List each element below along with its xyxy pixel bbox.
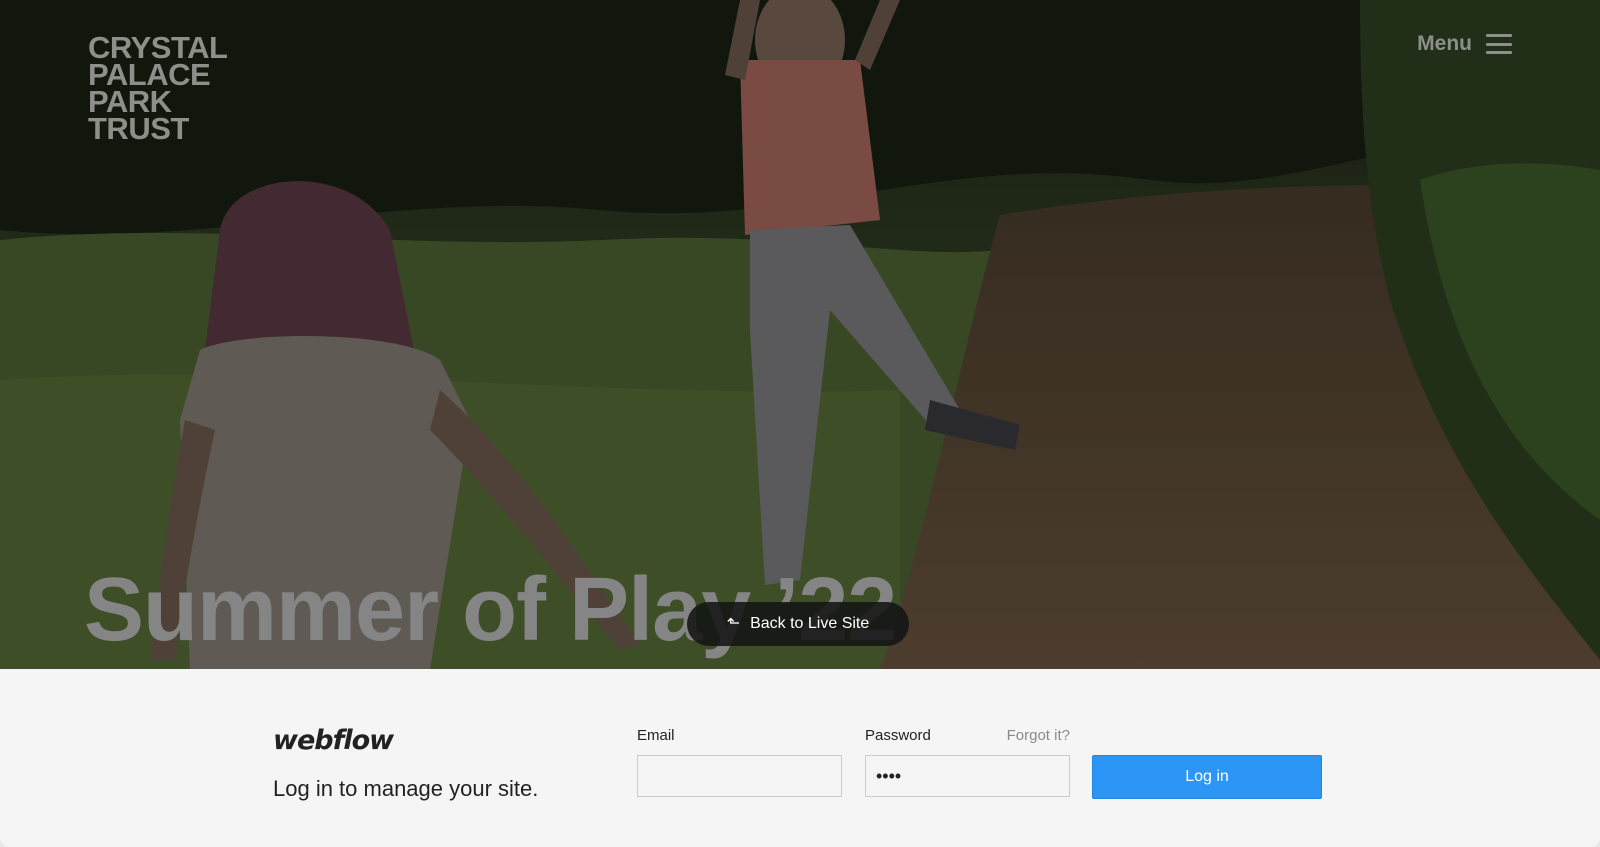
forgot-password-link[interactable]: Forgot it? [1007, 727, 1070, 744]
arrow-up-left-icon: ⬑ [726, 615, 741, 632]
back-to-live-site-button[interactable]: ⬑ Back to Live Site [687, 602, 909, 646]
email-field[interactable] [637, 755, 842, 797]
brand-block: webflow Log in to manage your site. [273, 725, 538, 802]
password-field[interactable] [865, 755, 1070, 797]
login-button[interactable]: Log in [1092, 755, 1322, 799]
hero-section: CRYSTAL PALACE PARK TRUST Menu Summer of… [0, 0, 1600, 669]
page-frame: CRYSTAL PALACE PARK TRUST Menu Summer of… [0, 0, 1600, 847]
password-group: Password Forgot it? [865, 727, 1070, 797]
email-label: Email [637, 727, 675, 744]
webflow-logo: webflow [273, 725, 394, 756]
hamburger-icon [1486, 34, 1512, 54]
login-tagline: Log in to manage your site. [273, 776, 539, 801]
logo-line: TRUST [88, 111, 189, 146]
menu-label: Menu [1417, 32, 1472, 55]
email-group: Email [637, 727, 842, 797]
login-bar: webflow Log in to manage your site. Emai… [0, 669, 1600, 847]
site-logo[interactable]: CRYSTAL PALACE PARK TRUST [88, 32, 228, 146]
menu-button[interactable]: Menu [1417, 32, 1512, 56]
back-to-live-site-label: Back to Live Site [750, 615, 870, 632]
